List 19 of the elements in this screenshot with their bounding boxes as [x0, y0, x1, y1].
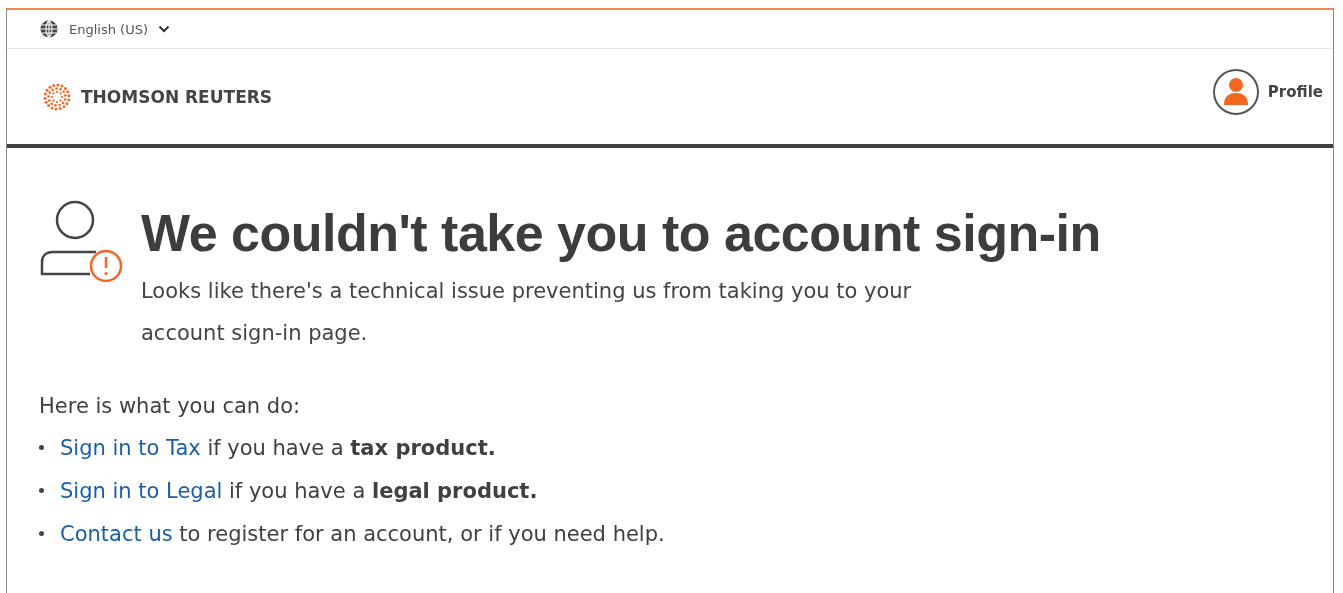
help-link[interactable]: Sign in to Legal — [60, 478, 223, 503]
help-link[interactable]: Sign in to Tax — [60, 435, 201, 460]
profile-button[interactable]: Profile — [1211, 67, 1323, 116]
help-intro: Here is what you can do: — [39, 393, 302, 420]
page-title: We couldn't take you to account sign-in — [141, 203, 1101, 264]
avatar-icon — [1211, 67, 1260, 116]
chevron-icon — [158, 25, 170, 33]
help-item: Sign in to Tax if you have a tax product. — [60, 435, 496, 460]
logo-text: THOMSON REUTERS — [81, 86, 273, 107]
user-warning-icon — [39, 200, 123, 282]
help-item: Contact us to register for an account, or if you need help. — [60, 521, 665, 546]
help-link[interactable]: Contact us — [60, 521, 173, 546]
globe-icon — [39, 19, 59, 39]
language-selector[interactable]: English (US) — [39, 19, 170, 39]
error-message: Looks like there's a technical issue preventing us from taking you to your account sign-in page. — [141, 278, 913, 347]
bullet-icon — [39, 445, 44, 450]
bullet-icon — [39, 531, 44, 536]
help-item: Sign in to Legal if you have a legal product. — [60, 478, 538, 503]
bullet-icon — [39, 488, 44, 493]
